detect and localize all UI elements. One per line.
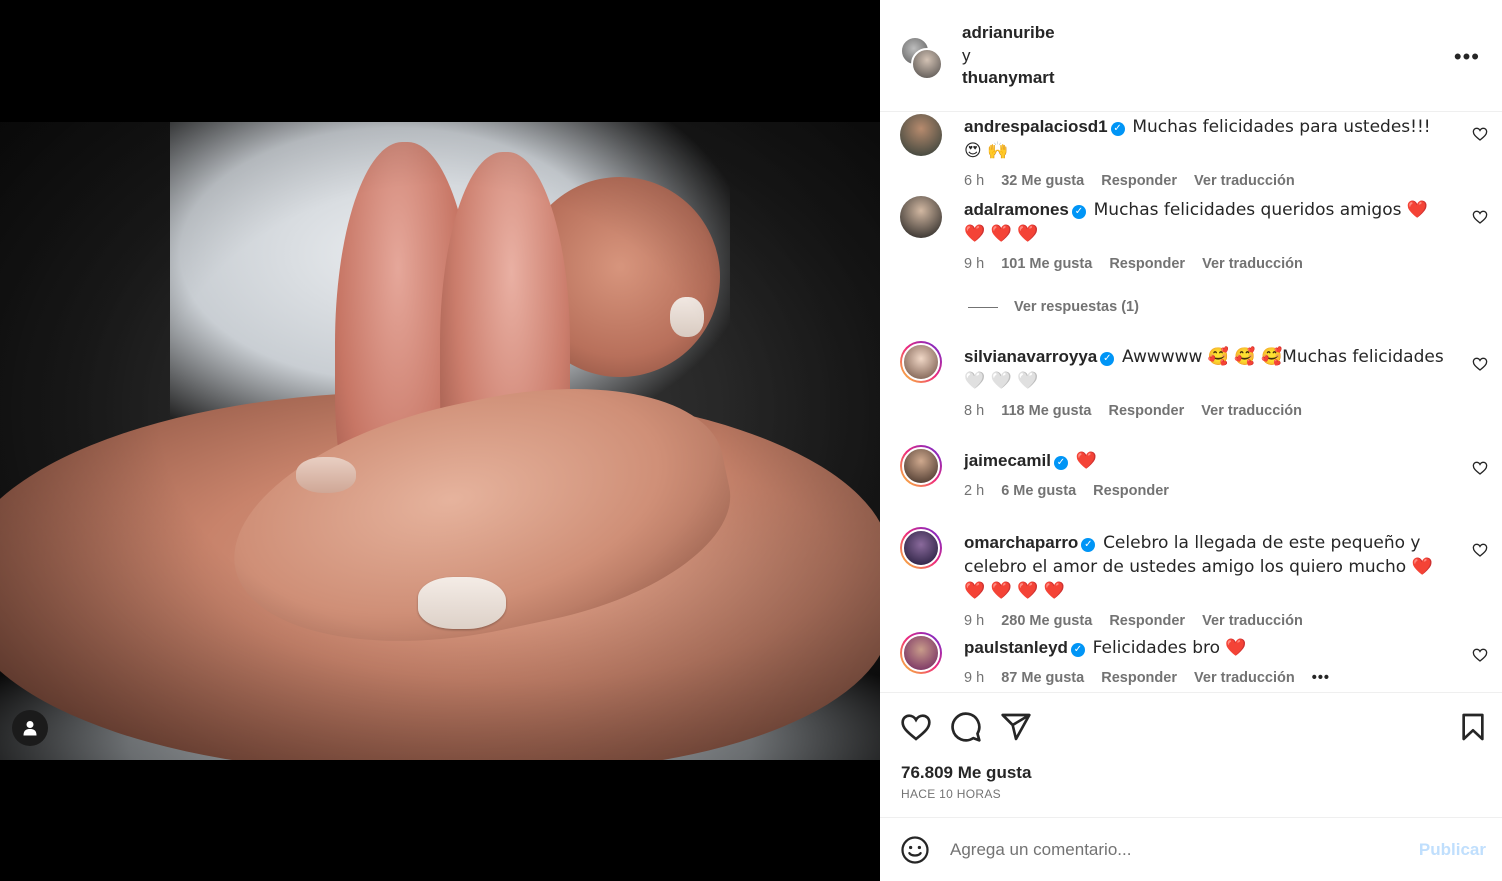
reply-button[interactable]: Responder: [1109, 256, 1185, 272]
comment-like-icon[interactable]: [1472, 542, 1488, 558]
comment-likes[interactable]: 280 Me gusta: [1001, 613, 1092, 629]
comment-meta: 2 h 6 Me gusta Responder: [964, 480, 1452, 503]
verified-badge-icon: ✓: [1071, 205, 1086, 219]
comment-likes[interactable]: 6 Me gusta: [1001, 483, 1076, 499]
comment-username[interactable]: andrespalaciosd1: [964, 117, 1108, 136]
avatar[interactable]: [900, 114, 942, 156]
comment-like-icon[interactable]: [1472, 209, 1488, 225]
comment-like-icon[interactable]: [1472, 647, 1488, 663]
comment-composer: Publicar: [880, 818, 1502, 881]
comment-like-icon[interactable]: [1472, 460, 1488, 476]
verified-badge-icon: ✓: [1070, 643, 1085, 657]
translate-button[interactable]: Ver traducción: [1201, 403, 1302, 419]
post-actions: 76.809 Me gusta HACE 10 HORAS: [880, 693, 1502, 817]
comment-time[interactable]: 9 h: [964, 670, 984, 686]
translate-button[interactable]: Ver traducción: [1202, 256, 1303, 272]
translate-button[interactable]: Ver traducción: [1194, 670, 1295, 686]
share-icon[interactable]: [1000, 711, 1032, 743]
comment-username[interactable]: paulstanleyd: [964, 638, 1068, 657]
comment-username[interactable]: adalramones: [964, 200, 1069, 219]
reply-button[interactable]: Responder: [1109, 613, 1185, 629]
comment-like-icon[interactable]: [1472, 356, 1488, 372]
owner-avatars[interactable]: [900, 36, 946, 82]
owner-separator: y: [962, 45, 971, 65]
post-timestamp[interactable]: HACE 10 HORAS: [901, 787, 1001, 801]
comment-like-icon[interactable]: [1472, 126, 1488, 142]
comment-meta: 9 h 280 Me gusta Responder Ver traducció…: [964, 610, 1452, 633]
avatar[interactable]: [900, 632, 942, 674]
comment-time[interactable]: 2 h: [964, 483, 984, 499]
emoji-icon[interactable]: [900, 835, 930, 865]
comment-meta: 9 h 87 Me gusta Responder Ver traducción…: [964, 667, 1452, 690]
comment-icon[interactable]: [950, 711, 982, 743]
comment-username[interactable]: jaimecamil: [964, 451, 1051, 470]
comment-body: paulstanleyd ✓ Felicidades bro ❤️ 9 h 87 …: [964, 636, 1452, 690]
reply-button[interactable]: Responder: [1109, 403, 1185, 419]
comment-likes[interactable]: 32 Me gusta: [1001, 173, 1084, 189]
avatar[interactable]: [900, 527, 942, 569]
publish-button[interactable]: Publicar: [1419, 840, 1486, 860]
avatar[interactable]: [900, 196, 942, 238]
comment-username[interactable]: silvianavarroyya: [964, 347, 1097, 366]
verified-badge-icon: ✓: [1081, 538, 1096, 552]
replies-divider: [968, 306, 998, 308]
comment-meta: 9 h 101 Me gusta Responder Ver traducció…: [964, 253, 1452, 276]
comment-likes[interactable]: 101 Me gusta: [1001, 256, 1092, 272]
comment-text: ❤️: [1075, 451, 1097, 471]
comment-time[interactable]: 8 h: [964, 403, 984, 419]
owner-username[interactable]: thuanymart: [962, 67, 1055, 90]
comment-likes[interactable]: 87 Me gusta: [1001, 670, 1084, 686]
verified-badge-icon: ✓: [1100, 352, 1115, 366]
post-photo[interactable]: [0, 122, 880, 760]
comment-body: adalramones ✓ Muchas felicidades queridos…: [964, 198, 1452, 276]
bookmark-icon[interactable]: [1457, 711, 1489, 743]
avatar[interactable]: [900, 341, 942, 383]
comment-username[interactable]: omarchaparro: [964, 533, 1078, 552]
comment-meta: 6 h 32 Me gusta Responder Ver traducción: [964, 170, 1452, 193]
avatar: [911, 48, 943, 80]
comment-meta: 8 h 118 Me gusta Responder Ver traducció…: [964, 400, 1452, 423]
post-details-panel: adrianuribe y thuanymart ••• andrespalac…: [880, 0, 1502, 881]
user-icon: [23, 721, 37, 736]
comment-body: jaimecamil ✓ ❤️ 2 h 6 Me gusta Responder: [964, 449, 1452, 503]
avatar[interactable]: [900, 445, 942, 487]
comment-time[interactable]: 9 h: [964, 256, 984, 272]
verified-badge-icon: ✓: [1110, 122, 1125, 136]
comment-body: silvianavarroyya ✓ Awwwww 🥰 🥰 🥰Muchas fel…: [964, 345, 1452, 423]
reply-button[interactable]: Responder: [1101, 670, 1177, 686]
tagged-users-button[interactable]: [12, 710, 48, 746]
like-count[interactable]: 76.809 Me gusta: [901, 763, 1031, 783]
translate-button[interactable]: Ver traducción: [1194, 173, 1295, 189]
comment-text: Felicidades bro ❤️: [1092, 638, 1247, 658]
comments-list[interactable]: andrespalaciosd1 ✓ Muchas felicidades par…: [880, 112, 1502, 692]
owner-username[interactable]: adrianuribe: [962, 22, 1055, 45]
view-replies-label: Ver respuestas (1): [1014, 299, 1139, 315]
heart-icon[interactable]: [900, 711, 932, 743]
view-replies-button[interactable]: Ver respuestas (1): [968, 299, 1139, 315]
verified-badge-icon: ✓: [1053, 456, 1068, 470]
comment-options-button[interactable]: •••: [1312, 670, 1330, 686]
comment-body: omarchaparro ✓ Celebro la llegada de este…: [964, 531, 1452, 633]
translate-button[interactable]: Ver traducción: [1202, 613, 1303, 629]
post-owners: adrianuribe y thuanymart: [962, 22, 1055, 90]
post-media: [0, 0, 880, 881]
comment-time[interactable]: 6 h: [964, 173, 984, 189]
comment-likes[interactable]: 118 Me gusta: [1001, 403, 1091, 419]
comment-body: andrespalaciosd1 ✓ Muchas felicidades par…: [964, 115, 1452, 193]
post-header: adrianuribe y thuanymart •••: [880, 0, 1502, 112]
reply-button[interactable]: Responder: [1093, 483, 1169, 499]
instagram-post: adrianuribe y thuanymart ••• andrespalac…: [0, 0, 1502, 881]
comment-time[interactable]: 9 h: [964, 613, 984, 629]
comment-input[interactable]: [950, 836, 1410, 864]
reply-button[interactable]: Responder: [1101, 173, 1177, 189]
more-options-button[interactable]: •••: [1454, 44, 1480, 70]
